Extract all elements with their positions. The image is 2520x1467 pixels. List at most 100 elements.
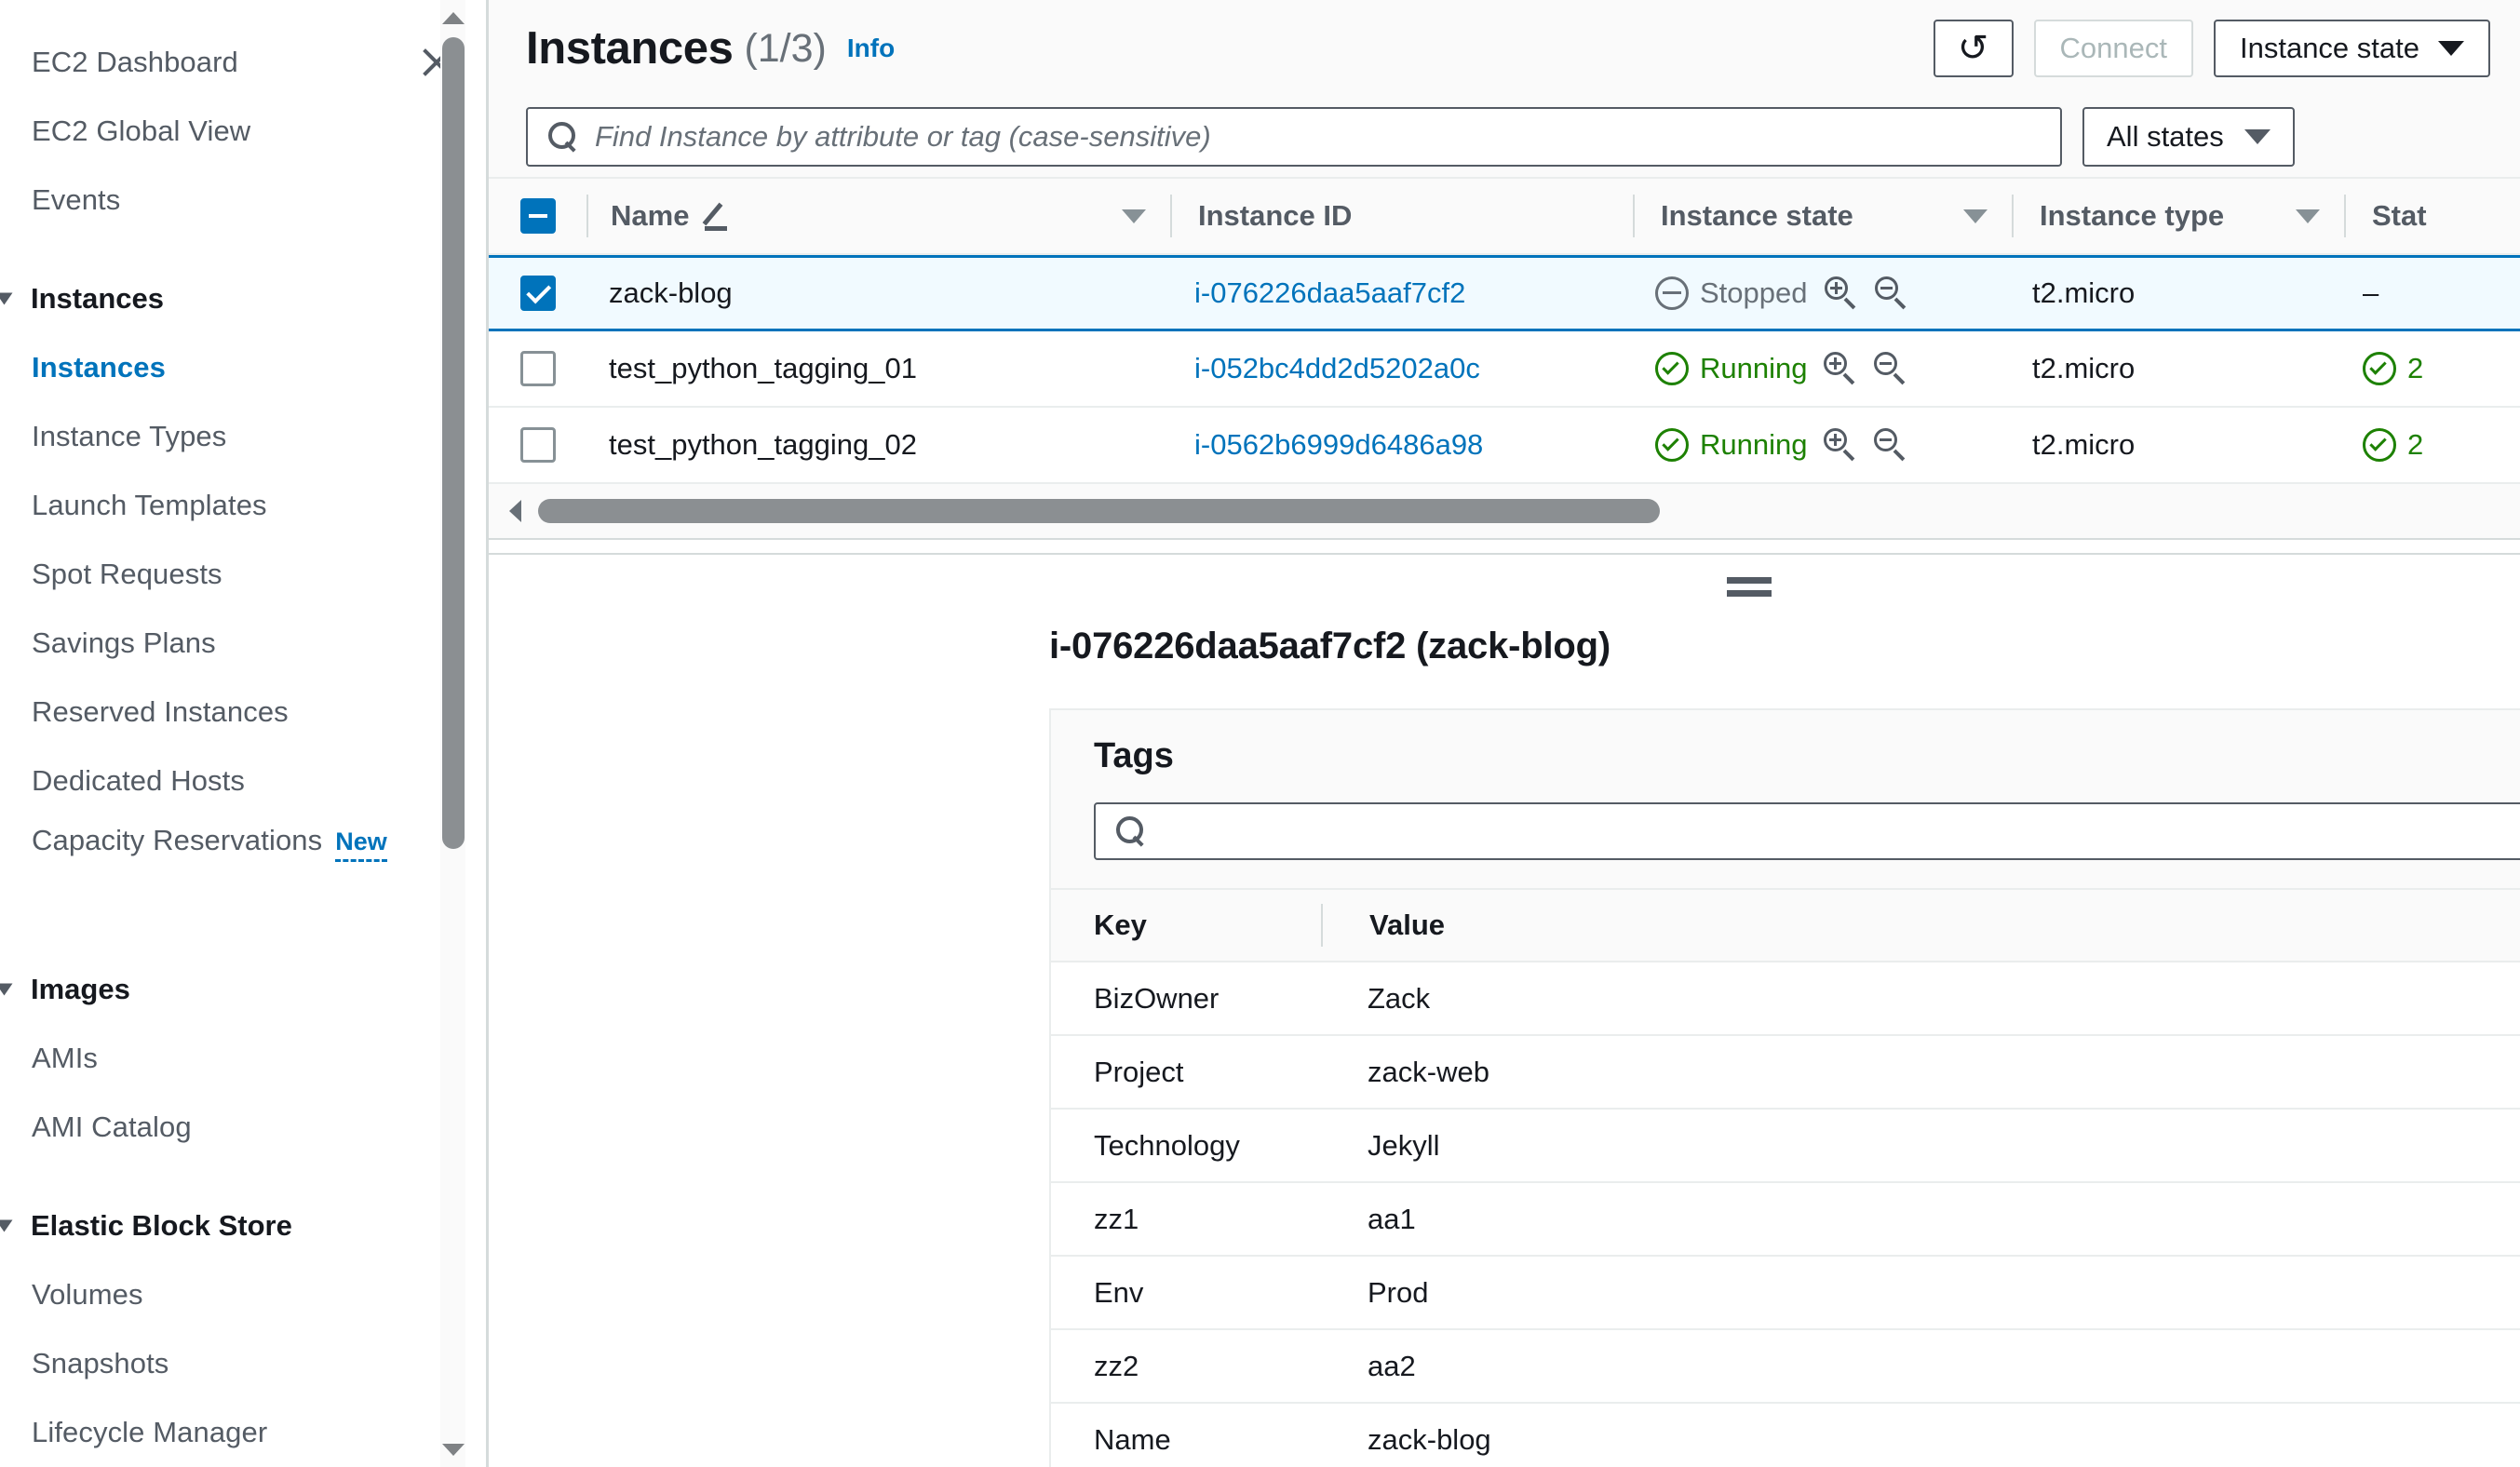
tag-value: Jekyll bbox=[1368, 1128, 1440, 1162]
sidebar-item-snapshots[interactable]: Snapshots bbox=[0, 1329, 489, 1398]
sidebar-group-elastic-block-store[interactable]: Elastic Block Store bbox=[0, 1191, 489, 1260]
select-all-cell bbox=[489, 198, 586, 234]
column-header-label: Stat bbox=[2372, 199, 2427, 232]
zoom-in-icon[interactable] bbox=[1824, 428, 1857, 462]
cell-name: zack-blog bbox=[586, 276, 1168, 310]
sidebar-group-label: Elastic Block Store bbox=[31, 1209, 292, 1242]
status-value: – bbox=[2363, 276, 2379, 309]
sidebar-item-label: EC2 Dashboard bbox=[32, 45, 238, 78]
table-row[interactable]: zack-blog i-076226daa5aaf7cf2 Stopped t2… bbox=[489, 255, 2520, 331]
sidebar-item-reserved-instances[interactable]: Reserved Instances bbox=[0, 678, 489, 747]
search-box[interactable] bbox=[526, 107, 2062, 167]
sidebar-item-instances[interactable]: Instances bbox=[0, 333, 489, 402]
column-header-name[interactable]: Name bbox=[588, 199, 1170, 233]
tags-search-input[interactable] bbox=[1163, 814, 2520, 848]
edit-pencil-icon[interactable] bbox=[704, 200, 735, 232]
column-header-label: Instance type bbox=[2040, 199, 2225, 232]
chevron-down-icon bbox=[0, 1218, 28, 1234]
row-select-cell bbox=[489, 276, 586, 311]
sidebar-group-instances[interactable]: Instances bbox=[0, 264, 489, 333]
cell-status: 2 bbox=[2337, 352, 2520, 385]
sidebar-item-amis[interactable]: AMIs bbox=[0, 1024, 489, 1093]
sidebar-item-dedicated-hosts[interactable]: Dedicated Hosts bbox=[0, 747, 489, 815]
sidebar-item-label: Snapshots bbox=[32, 1346, 169, 1380]
sidebar-item-launch-templates[interactable]: Launch Templates bbox=[0, 471, 489, 540]
table-row[interactable]: Technology Jekyll bbox=[1051, 1110, 2520, 1183]
table-horizontal-scrollbar[interactable] bbox=[489, 484, 2520, 540]
table-row[interactable]: test_python_tagging_01 i-052bc4dd2d5202a… bbox=[489, 331, 2520, 408]
table-row[interactable]: zz2 aa2 bbox=[1051, 1330, 2520, 1404]
sidebar-scrollbar[interactable] bbox=[440, 0, 465, 1467]
table-row[interactable]: BizOwner Zack bbox=[1051, 962, 2520, 1036]
sidebar-item-volumes[interactable]: Volumes bbox=[0, 1260, 489, 1329]
horizontal-scrollbar-thumb[interactable] bbox=[538, 499, 1660, 523]
instance-name: test_python_tagging_01 bbox=[609, 352, 917, 384]
instance-detail-panel: i-076226daa5aaf7cf2 (zack-blog) Tags Key bbox=[489, 555, 2520, 1467]
sidebar-item-label: Volumes bbox=[32, 1277, 143, 1311]
instance-id-link[interactable]: i-052bc4dd2d5202a0c bbox=[1194, 352, 1480, 385]
scroll-down-icon[interactable] bbox=[440, 1435, 465, 1463]
row-checkbox[interactable] bbox=[519, 276, 556, 311]
tag-key-cell: zz1 bbox=[1051, 1203, 1321, 1236]
status-badge: 2 bbox=[2363, 352, 2423, 385]
sidebar-item-lifecycle-manager[interactable]: Lifecycle Manager bbox=[0, 1398, 489, 1467]
tag-value-cell: Jekyll bbox=[1321, 1129, 2520, 1163]
instance-id-link[interactable]: i-076226daa5aaf7cf2 bbox=[1194, 276, 1465, 310]
tag-value: aa2 bbox=[1368, 1349, 1416, 1382]
column-header-instance-type[interactable]: Instance type bbox=[2014, 199, 2344, 233]
sidebar-scrollbar-thumb[interactable] bbox=[442, 37, 465, 849]
sidebar-item-spot-requests[interactable]: Spot Requests bbox=[0, 540, 489, 609]
status-value: 2 bbox=[2407, 352, 2424, 384]
tags-search-box[interactable] bbox=[1094, 802, 2520, 860]
instance-id-link[interactable]: i-0562b6999d6486a98 bbox=[1194, 428, 1483, 462]
row-checkbox[interactable] bbox=[519, 351, 556, 386]
instance-name: zack-blog bbox=[609, 276, 733, 309]
column-header-instance-id[interactable]: Instance ID bbox=[1172, 199, 1633, 233]
table-row[interactable]: Name zack-blog bbox=[1051, 1404, 2520, 1467]
zoom-out-icon[interactable] bbox=[1874, 352, 1907, 385]
connect-button[interactable]: Connect bbox=[2033, 20, 2193, 77]
row-checkbox[interactable] bbox=[519, 427, 556, 463]
table-row[interactable]: Env Prod bbox=[1051, 1257, 2520, 1330]
search-input[interactable] bbox=[595, 120, 2040, 154]
zoom-out-icon[interactable] bbox=[1874, 276, 1908, 310]
table-row[interactable]: Project zack-web bbox=[1051, 1036, 2520, 1110]
resize-handle-icon[interactable] bbox=[1726, 577, 1772, 598]
sidebar-item-label: Events bbox=[32, 182, 121, 216]
tags-card: Tags Key Value BizOwner Zack Project zac… bbox=[1049, 708, 2520, 1467]
zoom-out-icon[interactable] bbox=[1874, 428, 1907, 462]
instance-state-dropdown[interactable]: Instance state bbox=[2213, 20, 2490, 77]
sidebar-item-ami-catalog[interactable]: AMI Catalog bbox=[0, 1093, 489, 1162]
sidebar-item-capacity-reservations[interactable]: Capacity Reservations New bbox=[0, 815, 489, 925]
sidebar-item-events[interactable]: Events bbox=[0, 166, 489, 235]
tag-value-cell: Zack bbox=[1321, 982, 2520, 1016]
refresh-button[interactable]: ↺ bbox=[1933, 20, 2014, 77]
select-all-checkbox[interactable] bbox=[519, 198, 556, 234]
sort-caret-icon[interactable] bbox=[2296, 209, 2320, 223]
sidebar-item-instance-types[interactable]: Instance Types bbox=[0, 402, 489, 471]
all-states-dropdown[interactable]: All states bbox=[2082, 107, 2295, 167]
chevron-down-icon bbox=[2244, 129, 2271, 144]
zoom-in-icon[interactable] bbox=[1824, 352, 1857, 385]
sidebar-item-ec2-dashboard[interactable]: EC2 Dashboard bbox=[0, 28, 489, 97]
instances-panel: Instances (1/3) Info ↺ Connect Instance … bbox=[489, 0, 2520, 555]
scroll-up-icon[interactable] bbox=[440, 4, 465, 32]
column-header-instance-state[interactable]: Instance state bbox=[1635, 199, 2012, 233]
sort-caret-icon[interactable] bbox=[1122, 209, 1146, 223]
cell-instance-id: i-076226daa5aaf7cf2 bbox=[1168, 276, 1629, 310]
sort-caret-icon[interactable] bbox=[1963, 209, 1988, 223]
sidebar-item-ec2-global-view[interactable]: EC2 Global View bbox=[0, 97, 489, 166]
column-header-status[interactable]: Stat bbox=[2346, 199, 2520, 233]
instances-table: Name Instance ID Instance state Instance… bbox=[489, 177, 2520, 540]
sidebar-item-savings-plans[interactable]: Savings Plans bbox=[0, 609, 489, 678]
tag-key: Env bbox=[1094, 1275, 1144, 1309]
status-value: 2 bbox=[2407, 428, 2424, 461]
table-row[interactable]: test_python_tagging_02 i-0562b6999d6486a… bbox=[489, 408, 2520, 484]
info-link[interactable]: Info bbox=[847, 34, 895, 63]
scroll-left-icon[interactable] bbox=[509, 500, 521, 522]
sidebar-group-images[interactable]: Images bbox=[0, 955, 489, 1024]
table-row[interactable]: zz1 aa1 bbox=[1051, 1183, 2520, 1257]
sidebar-item-label: Reserved Instances bbox=[32, 694, 289, 728]
zoom-in-icon[interactable] bbox=[1824, 276, 1858, 310]
new-badge: New bbox=[335, 828, 387, 862]
